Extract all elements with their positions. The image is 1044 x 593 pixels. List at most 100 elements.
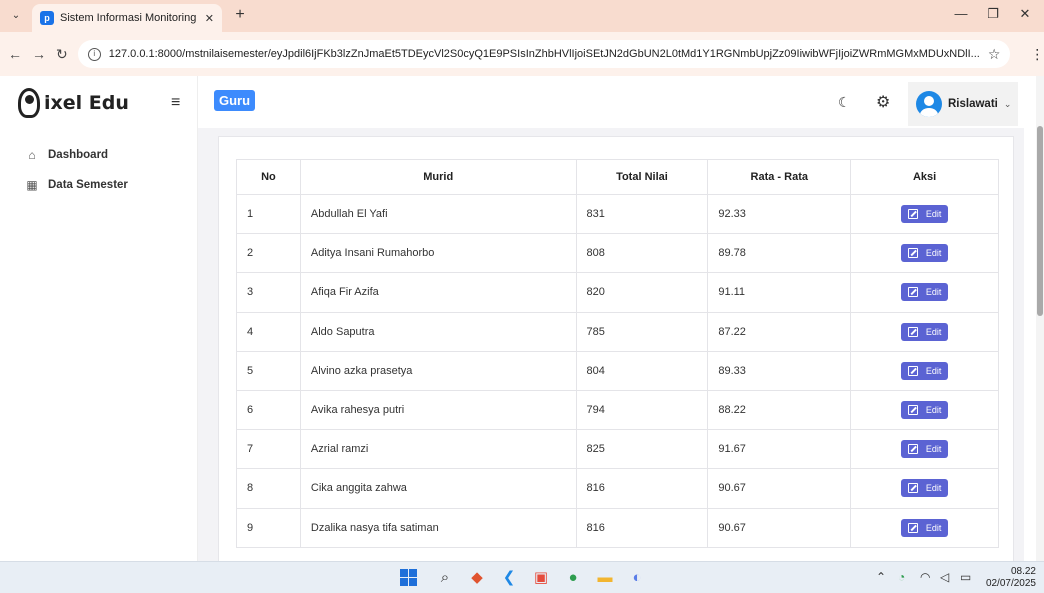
cell-rata-rata: 92.33 [707,193,852,235]
table-row: 2 Aditya Insani Rumahorbo 808 89.78 Edit [236,233,999,274]
windows-start-icon[interactable] [400,569,418,587]
xampp-icon[interactable]: ▣ [532,569,550,587]
edit-button[interactable]: Edit [900,322,949,341]
wifi-icon[interactable]: ◠ [920,570,930,584]
cell-murid: Cika anggita zahwa [299,468,577,509]
file-explorer-icon[interactable]: ▬ [596,569,614,587]
brave-browser-icon[interactable]: ◆ [468,569,486,587]
clock-date: 02/07/2025 [985,578,1036,589]
header-total-nilai[interactable]: Total Nilai [575,159,709,195]
sidebar-item-label: Dashboard [48,149,109,161]
cell-no: 1 [236,193,301,235]
cell-no: 5 [236,350,301,391]
cell-no: 6 [236,389,301,431]
minimize-window-icon[interactable]: — [946,6,976,21]
edit-button[interactable]: Edit [900,205,949,224]
taskbar-clock[interactable]: 08.22 02/07/2025 [984,566,1036,590]
browser-tab[interactable]: p Sistem Informasi Monitoring SD ✕ [32,4,222,32]
table-row: 9 Dzalika nasya tifa satiman 816 90.67 Edit [236,507,999,548]
edit-pencil-icon [907,444,918,455]
logo-mark-icon [18,88,40,118]
edit-pencil-icon [907,483,918,494]
battery-icon[interactable]: ▭ [960,570,971,584]
url-text[interactable]: 127.0.0.1:8000/mstnilaisemester/eyJpdil6… [109,48,980,60]
edit-button-label: Edit [925,444,942,455]
sidebar: ixel Edu ≡ ⌂ Dashboard ▦ Data Semester [0,76,198,561]
dark-mode-moon-icon[interactable]: ☾ [838,94,851,111]
sidebar-item-label: Data Semester [48,179,128,191]
page-scrollbar[interactable] [1036,76,1044,561]
cell-no: 8 [236,468,301,509]
edit-pencil-icon [907,209,918,220]
avatar [916,91,942,117]
new-tab-button[interactable]: + [230,6,250,24]
app-topbar: Guru ☾ ⚙ Rislawati ⌄ [198,76,1024,128]
cell-murid: Abdullah El Yafi [299,193,577,235]
edit-button[interactable]: Edit [900,244,949,263]
bookmark-star-icon[interactable]: ☆ [988,46,1001,63]
cell-murid: Alvino azka prasetya [299,350,577,391]
site-info-icon[interactable]: i [87,47,101,61]
edit-button-label: Edit [925,287,942,298]
edit-button[interactable]: Edit [900,361,949,380]
chrome-canary-icon[interactable]: ◐ [628,569,646,587]
cell-murid: Aldo Saputra [299,311,577,352]
search-icon[interactable]: ⌕ [436,569,454,587]
forward-arrow-icon[interactable]: → [32,46,46,62]
user-menu[interactable]: Rislawati ⌄ [908,82,1018,126]
back-arrow-icon[interactable]: ← [8,46,22,62]
cell-total-nilai: 785 [575,311,709,352]
calendar-icon: ▦ [26,178,38,192]
hamburger-menu-icon[interactable]: ≡ [171,94,180,112]
edit-pencil-icon [907,248,918,259]
header-murid[interactable]: Murid [299,159,577,195]
app-logo[interactable]: ixel Edu [18,88,129,118]
chevron-down-icon: ⌄ [1003,98,1012,109]
edit-button[interactable]: Edit [900,479,949,498]
close-tab-icon[interactable]: ✕ [205,12,214,25]
header-rata-rata[interactable]: Rata - Rata [707,159,852,195]
edit-pencil-icon [907,365,918,376]
cell-no: 2 [236,233,301,274]
edit-button[interactable]: Edit [900,283,949,302]
edit-button[interactable]: Edit [900,440,949,459]
role-badge: Guru [214,90,256,111]
edit-button-label: Edit [925,522,942,533]
cell-aksi: Edit [850,429,999,470]
edit-button-label: Edit [925,483,942,494]
scrollbar-thumb[interactable] [1037,126,1043,316]
table-row: 6 Avika rahesya putri 794 88.22 Edit [236,389,999,431]
chrome-icon[interactable]: ● [564,569,582,587]
sidebar-item-data-semester[interactable]: ▦ Data Semester [26,178,128,192]
reload-icon[interactable]: ↻ [56,46,68,63]
cell-total-nilai: 820 [575,272,709,313]
edit-button[interactable]: Edit [900,518,949,537]
cell-aksi: Edit [850,350,999,391]
cell-rata-rata: 91.11 [707,272,852,313]
header-aksi: Aksi [850,159,999,195]
edit-button-label: Edit [925,326,942,337]
tray-overflow-icon[interactable]: ⌃ [876,570,886,584]
tray-app-icon[interactable]: ◔ [898,570,905,584]
logo-text: ixel Edu [44,92,129,114]
grades-table: No Murid Total Nilai Rata - Rata Aksi 1A… [236,159,999,548]
tab-search-chevron-icon[interactable]: ⌄ [8,8,24,24]
cell-total-nilai: 804 [575,350,709,391]
header-no[interactable]: No [236,159,301,195]
cell-murid: Aditya Insani Rumahorbo [299,233,577,274]
edit-button[interactable]: Edit [900,401,949,420]
cell-no: 9 [236,507,301,548]
restore-window-icon[interactable]: ❐ [978,6,1008,22]
cell-aksi: Edit [850,389,999,431]
cell-murid: Dzalika nasya tifa satiman [299,507,577,548]
address-bar[interactable]: i 127.0.0.1:8000/mstnilaisemester/eyJpdi… [77,40,1011,68]
settings-gear-icon[interactable]: ⚙ [876,92,890,112]
vscode-icon[interactable]: ❮ [500,569,518,587]
browser-menu-icon[interactable]: ⋮ [1030,46,1044,63]
sidebar-item-dashboard[interactable]: ⌂ Dashboard [26,148,108,162]
cell-rata-rata: 90.67 [707,468,852,509]
volume-icon[interactable]: ◁ [940,570,949,584]
close-window-icon[interactable]: ✕ [1010,6,1040,22]
edit-button-label: Edit [925,405,942,416]
cell-total-nilai: 816 [575,468,709,509]
